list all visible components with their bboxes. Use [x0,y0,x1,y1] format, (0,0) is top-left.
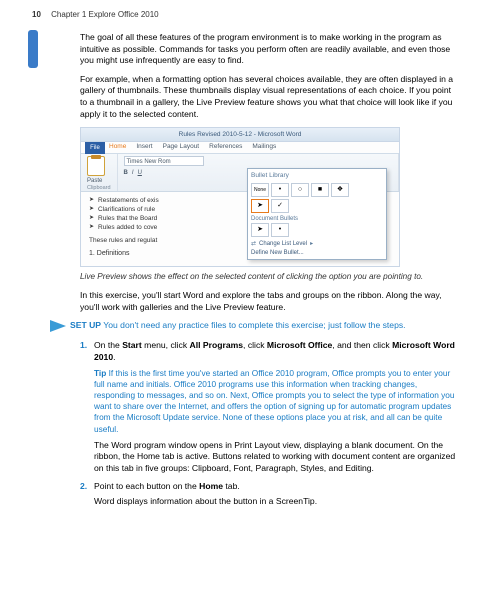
margin-tab [28,30,38,68]
setup-callout: SET UP You don't need any practice files… [50,320,460,332]
chevron-right-icon: ▸ [310,240,313,248]
bullet-option-none: None [251,183,269,197]
paste-label: Paste [87,177,111,185]
underline-icon: U [138,169,142,177]
bullet-option: ➤ [251,223,269,237]
bullet-option: • [271,183,289,197]
step-text: On the [94,340,122,350]
ui-term: Start [122,340,142,350]
bullet-option: ✓ [271,199,289,213]
ui-term: Home [199,481,223,491]
document-area: Restatements of exis Clarifications of r… [89,196,239,258]
ribbon-tab: Home [109,143,126,152]
ribbon-tabs: Home Insert Page Layout References Maili… [81,142,399,154]
arrow-icon [50,320,66,332]
doc-line: Clarifications of rule [89,205,239,214]
tip-body: If this is the first time you've started… [94,368,455,434]
bullet-option: ■ [311,183,329,197]
ribbon-tab: Page Layout [163,143,200,152]
step-result: The Word program window opens in Print L… [94,440,460,475]
document-bullets-label: Document Bullets [251,215,383,223]
ribbon-tab: Insert [136,143,152,152]
window-titlebar: Rules Revised 2010-5-12 - Microsoft Word [81,128,399,142]
step-item: On the Start menu, click All Programs, c… [94,340,460,474]
figure-caption: Live Preview shows the effect on the sel… [80,271,460,282]
chevron-icon: ⇄ [251,240,256,248]
bullet-option-selected: ➤ [251,199,269,213]
ui-term: Microsoft Office [267,340,332,350]
clipboard-label: Clipboard [87,185,111,192]
word-screenshot: Rules Revised 2010-5-12 - Microsoft Word… [80,127,400,267]
bullet-option: ○ [291,183,309,197]
step-item: Point to each button on the Home tab. Wo… [94,481,460,508]
bullet-popup-footer: ⇄Change List Level▸ Define New Bullet... [251,240,383,257]
bullet-option: ❖ [331,183,349,197]
doc-heading: 1. Definitions [89,249,239,259]
step-text: Point to each button on the [94,481,199,491]
ribbon-tab: References [209,143,242,152]
setup-label: SET UP [70,320,101,330]
bold-icon: B [124,169,128,177]
tip-label: Tip [94,368,106,378]
define-new-bullet: Define New Bullet... [251,249,304,257]
bullet-option: • [271,223,289,237]
page-content: The goal of all these features of the pr… [80,32,460,514]
step-text: tab. [223,481,240,491]
page-number: 10 [32,10,41,19]
step-text: , click [243,340,267,350]
tip-block: Tip If this is the first time you've sta… [94,368,460,435]
setup-body: You don't need any practice files to com… [103,320,405,330]
chapter-label: Chapter 1 Explore Office 2010 [51,10,158,19]
paste-icon [87,156,105,176]
doc-line: Rules that the Board [89,214,239,223]
ui-term: All Programs [190,340,244,350]
exercise-intro: In this exercise, you'll start Word and … [80,290,460,313]
italic-icon: I [132,169,134,177]
step-text: . [113,352,115,362]
doc-line: Rules added to cove [89,223,239,232]
font-selector: Times New Rom [124,156,204,166]
step-result: Word displays information about the butt… [94,496,460,508]
paragraph: For example, when a formatting option ha… [80,74,460,120]
page-header: 10 Chapter 1 Explore Office 2010 [32,10,159,19]
clipboard-group: Paste Clipboard [81,154,118,191]
doc-tail: These rules and regulat [89,236,239,245]
change-list-level: Change List Level [259,240,307,248]
doc-line: Restatements of exis [89,196,239,205]
step-text: , and then click [332,340,392,350]
bullet-library-title: Bullet Library [251,172,383,181]
step-text: menu, click [142,340,190,350]
steps-list: On the Start menu, click All Programs, c… [80,340,460,507]
file-tab: File [85,142,105,154]
paragraph: The goal of all these features of the pr… [80,32,460,67]
ribbon-tab: Mailings [252,143,276,152]
bullet-library-popup: Bullet Library None • ○ ■ ❖ ➤ ✓ Document… [247,168,387,260]
